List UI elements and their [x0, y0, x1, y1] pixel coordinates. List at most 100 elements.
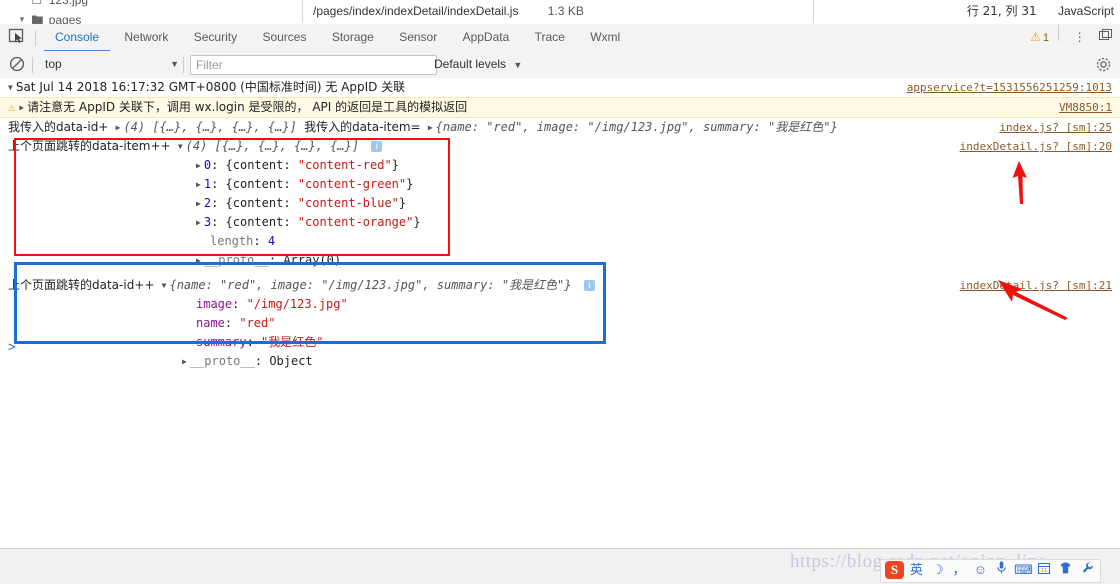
- tab-storage[interactable]: Storage: [321, 24, 385, 50]
- warning-triangle-icon: ⚠: [1030, 30, 1041, 44]
- proto-key: __proto__: [189, 354, 255, 368]
- comma-period-icon[interactable]: ，: [950, 560, 968, 580]
- file-tree-item[interactable]: ☐ 123.jpg: [0, 0, 300, 10]
- array-entry-row[interactable]: ▶ 1: {content: "content-green"}: [0, 175, 1120, 194]
- moon-icon[interactable]: ☽: [929, 560, 947, 580]
- console-row-expanded-object[interactable]: 上个页面跳转的data-id++ ▼ {name: "red", image: "…: [0, 276, 1120, 295]
- tab-security[interactable]: Security: [183, 24, 248, 50]
- entry-close: }: [406, 177, 414, 191]
- gear-icon[interactable]: [1095, 56, 1112, 73]
- chevron-down-icon: ▼: [513, 60, 523, 70]
- console-filter-bar: top ▼ Filter Default levels ▼: [0, 51, 1120, 79]
- entry-body: {content:: [225, 177, 298, 191]
- console-log-area[interactable]: ▼ Sat Jul 14 2018 16:17:32 GMT+0800 (中国标准…: [0, 78, 1120, 548]
- entry-value: "content-orange": [297, 215, 414, 229]
- kebab-menu-icon[interactable]: ⋮: [1069, 24, 1091, 51]
- array-index: 3: [203, 215, 212, 229]
- timestamp-text: Sat Jul 14 2018 16:17:32 GMT+0800 (中国标准时…: [15, 80, 406, 94]
- log-levels-select[interactable]: Default levels ▼: [434, 55, 522, 74]
- skin-shirt-icon[interactable]: [1057, 560, 1075, 580]
- tab-sensor[interactable]: Sensor: [388, 24, 448, 50]
- tab-sources[interactable]: Sources: [251, 24, 317, 50]
- object-prop-row[interactable]: summary: "我是红色": [0, 333, 1120, 352]
- tab-console[interactable]: Console: [44, 24, 111, 52]
- tab-network[interactable]: Network: [113, 24, 179, 50]
- dock-panel-icon[interactable]: [1094, 24, 1116, 51]
- log-levels-value: Default levels: [434, 57, 507, 71]
- source-link[interactable]: VM8850:1: [1059, 98, 1112, 117]
- array-entry-row[interactable]: ▶ 0: {content: "content-red"}: [0, 156, 1120, 175]
- source-link[interactable]: index.js? [sm]:25: [999, 118, 1112, 137]
- entry-close: }: [398, 196, 407, 210]
- warning-triangle-icon: ⚠: [8, 100, 16, 114]
- clear-console-icon[interactable]: [9, 56, 25, 72]
- execution-context-select[interactable]: top ▼: [40, 55, 185, 74]
- array-entry-row[interactable]: ▶ 3: {content: "content-orange"}: [0, 213, 1120, 232]
- twisty-icon[interactable]: ▶: [428, 118, 433, 137]
- calendar-icon[interactable]: 11: [1035, 560, 1053, 580]
- twisty-icon[interactable]: ▼: [178, 137, 183, 156]
- file-tree[interactable]: ☐ 123.jpg ▼ 🖿 pages: [0, 0, 300, 24]
- entry-close: }: [391, 158, 399, 172]
- info-badge-icon[interactable]: i: [371, 141, 383, 152]
- chinese-english-toggle-icon[interactable]: 英: [907, 560, 925, 580]
- inspect-element-icon[interactable]: [8, 28, 28, 47]
- entry-value: "content-red": [297, 158, 392, 172]
- object-prop-row[interactable]: name: "red": [0, 314, 1120, 333]
- twisty-icon[interactable]: ▶: [116, 118, 121, 137]
- execution-context-value: top: [45, 57, 62, 71]
- image-file-icon: ☐: [31, 0, 43, 7]
- twisty-icon[interactable]: ▼: [8, 78, 13, 97]
- devtools-tabs: Console Network Security Sources Storage…: [44, 24, 631, 52]
- console-prompt-caret[interactable]: >: [8, 340, 16, 355]
- source-link[interactable]: indexDetail.js? [sm]:20: [960, 137, 1112, 156]
- twisty-icon[interactable]: ▼: [162, 276, 167, 295]
- array-length-row: length: 4: [210, 234, 276, 248]
- sogou-ime-toolbar[interactable]: S 英 ☽ ， ☺ ⌨ 11: [880, 559, 1102, 583]
- warning-count-badge[interactable]: ⚠ 1: [1030, 24, 1049, 52]
- console-row-timestamp[interactable]: ▼ Sat Jul 14 2018 16:17:32 GMT+0800 (中国标准…: [0, 78, 1120, 97]
- object-prop-row[interactable]: image: "/img/123.jpg": [0, 295, 1120, 314]
- tab-trace[interactable]: Trace: [524, 24, 576, 50]
- twisty-icon[interactable]: ▶: [196, 156, 201, 175]
- twisty-icon[interactable]: ▶: [196, 213, 201, 232]
- twisty-icon[interactable]: ▼: [18, 10, 28, 24]
- array-index: 1: [203, 177, 212, 191]
- tab-appdata[interactable]: AppData: [452, 24, 521, 50]
- prop-key: summary: [196, 335, 247, 349]
- twisty-icon[interactable]: ▶: [182, 352, 187, 371]
- info-badge-icon[interactable]: i: [583, 280, 595, 291]
- tab-wxml[interactable]: Wxml: [579, 24, 631, 50]
- array-proto-row[interactable]: ▶ __proto__: Array(0): [0, 251, 1120, 270]
- array-preview: (4) [{…}, {…}, {…}, {…}]: [185, 139, 360, 153]
- entry-body: {content:: [225, 196, 298, 210]
- cursor-position: 行 21, 列 31: [966, 4, 1037, 18]
- microphone-icon[interactable]: [993, 560, 1011, 580]
- filter-input[interactable]: Filter: [190, 55, 437, 75]
- source-link[interactable]: appservice?t=1531556251259:1013: [907, 78, 1112, 97]
- warning-text: 请注意无 AppID 关联下，调用 wx.login 是受限的， API 的返回…: [27, 100, 468, 114]
- array-entry-row[interactable]: ▶ 2: {content: "content-blue"}: [0, 194, 1120, 213]
- twisty-icon[interactable]: ▶: [196, 175, 201, 194]
- console-row-expanded-array[interactable]: 上个页面跳转的data-item++ ▼ (4) [{…}, {…}, {…}, …: [0, 137, 1120, 156]
- console-row-index-log[interactable]: 我传入的data-id+ ▶ (4) [{…}, {…}, {…}, {…}] 我…: [0, 118, 1120, 137]
- twisty-icon[interactable]: ▶: [196, 194, 201, 213]
- twisty-icon[interactable]: ▶: [19, 98, 24, 117]
- object-preview: {name: "red", image: "/img/123.jpg", sum…: [435, 120, 838, 134]
- editor-file-tab[interactable]: /pages/index/indexDetail/indexDetail.js …: [302, 0, 814, 23]
- smiley-icon[interactable]: ☺: [971, 560, 989, 580]
- editor-language: JavaScript: [1057, 4, 1114, 18]
- console-row-warning[interactable]: ⚠ ▶ 请注意无 AppID 关联下，调用 wx.login 是受限的， API 的…: [0, 97, 1120, 118]
- toolbar-divider: [32, 57, 33, 73]
- sogou-logo-icon[interactable]: S: [885, 561, 904, 579]
- toolbox-wrench-icon[interactable]: [1078, 560, 1096, 580]
- file-tree-item[interactable]: ▼ 🖿 pages: [0, 10, 300, 24]
- soft-keyboard-icon[interactable]: ⌨: [1014, 560, 1033, 580]
- proto-value: Object: [269, 354, 313, 368]
- toolbar-divider: [35, 30, 36, 46]
- object-proto-row[interactable]: ▶ __proto__: Object: [0, 352, 1120, 371]
- prop-value: "我是红色": [261, 335, 324, 349]
- array-index: 0: [203, 158, 212, 172]
- array-index: 2: [203, 196, 212, 210]
- twisty-icon[interactable]: ▶: [196, 251, 201, 270]
